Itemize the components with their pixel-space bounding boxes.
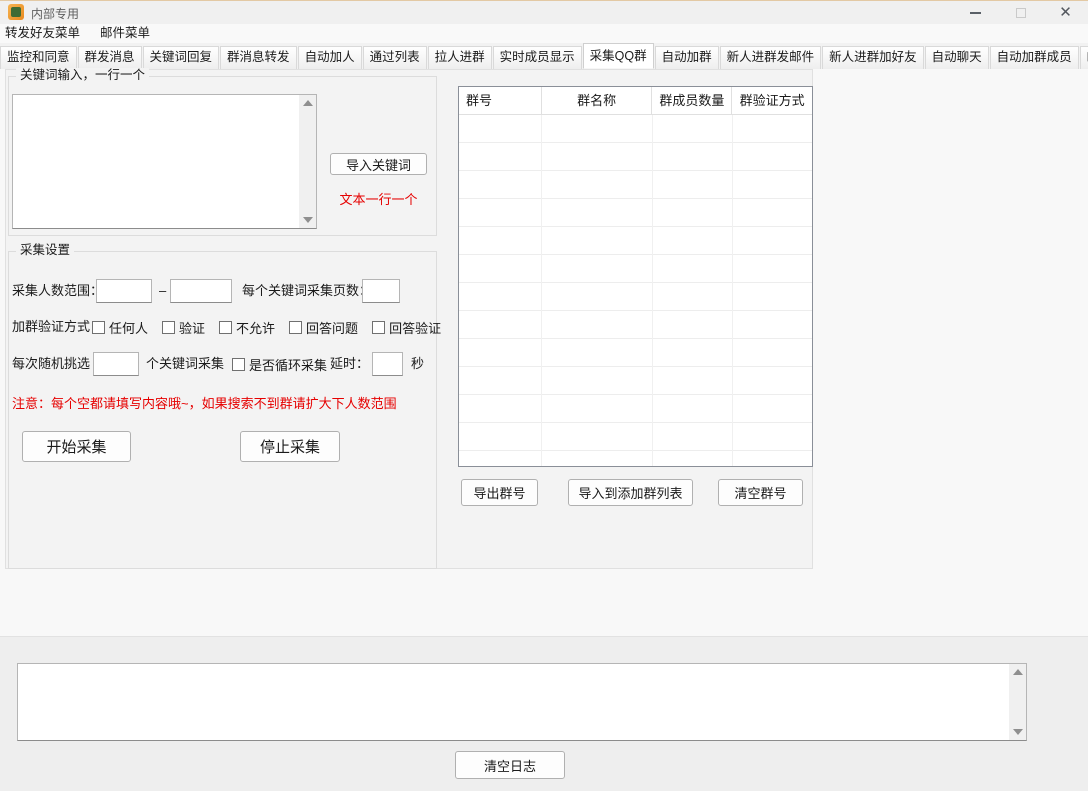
verify-option-回答问题[interactable]: 回答问题	[289, 318, 358, 337]
column-divider	[732, 115, 733, 466]
import-keywords-button[interactable]: 导入关键词	[330, 153, 427, 175]
app-window: 内部专用 ✕ 转发好友菜单 邮件菜单 监控和同意群发消息关键词回复群消息转发自动…	[0, 0, 1088, 791]
range-from-input[interactable]	[96, 279, 152, 303]
table-header: 群号群名称群成员数量群验证方式	[459, 87, 812, 115]
checkbox-icon[interactable]	[162, 321, 175, 334]
stop-collect-button[interactable]: 停止采集	[240, 431, 340, 462]
delay-label: 延时：	[330, 351, 369, 377]
checkbox-label: 验证	[179, 318, 205, 337]
pages-label: 每个关键词采集页数：	[242, 278, 372, 304]
close-button[interactable]: ✕	[1043, 1, 1088, 24]
checkbox-icon[interactable]	[372, 321, 385, 334]
delay-input[interactable]	[372, 352, 403, 376]
pages-input[interactable]	[362, 279, 400, 303]
keyword-scrollbar[interactable]	[299, 95, 316, 228]
close-icon: ✕	[1059, 5, 1072, 20]
log-textarea-wrap	[17, 663, 1027, 741]
tab-采集QQ群[interactable]: 采集QQ群	[583, 43, 654, 69]
pick-label: 每次随机挑选	[12, 351, 90, 377]
start-collect-button[interactable]: 开始采集	[22, 431, 131, 462]
verify-option-任何人[interactable]: 任何人	[92, 318, 148, 337]
tab-实时成员显示[interactable]: 实时成员显示	[493, 46, 582, 69]
range-to-input[interactable]	[170, 279, 232, 303]
group-results-table: 群号群名称群成员数量群验证方式	[458, 86, 813, 467]
import-to-add-list-button[interactable]: 导入到添加群列表	[568, 479, 693, 506]
tab-自动加人[interactable]: 自动加人	[298, 46, 362, 69]
tab-群消息转发[interactable]: 群消息转发	[220, 46, 297, 69]
menu-mail[interactable]: 邮件菜单	[90, 24, 160, 43]
checkbox-icon[interactable]	[219, 321, 232, 334]
checkbox-icon[interactable]	[92, 321, 105, 334]
column-header-群验证方式[interactable]: 群验证方式	[732, 87, 812, 115]
verify-method-label: 加群验证方式：	[12, 314, 103, 340]
range-separator: –	[159, 278, 166, 304]
checkbox-label: 任何人	[109, 318, 148, 337]
loop-collect-checkbox[interactable]: 是否循环采集	[232, 355, 327, 374]
verify-option-回答验证[interactable]: 回答验证	[372, 318, 441, 337]
checkbox-label: 回答问题	[306, 318, 358, 337]
column-header-群名称[interactable]: 群名称	[542, 87, 653, 115]
pick-count-input[interactable]	[93, 352, 139, 376]
verify-option-验证[interactable]: 验证	[162, 318, 205, 337]
app-icon	[8, 4, 24, 20]
verify-option-不允许[interactable]: 不允许	[219, 318, 275, 337]
log-scrollbar[interactable]	[1009, 664, 1026, 740]
scroll-down-icon[interactable]	[1013, 729, 1023, 735]
delay-unit-label: 秒	[411, 351, 424, 377]
range-label: 采集人数范围：	[12, 278, 103, 304]
window-title: 内部专用	[31, 5, 79, 22]
keyword-groupbox-title: 关键词输入，一行一个	[16, 68, 149, 83]
checkbox-icon[interactable]	[232, 358, 245, 371]
column-header-群号[interactable]: 群号	[459, 87, 542, 115]
menu-forward-friend[interactable]: 转发好友菜单	[0, 24, 90, 43]
tab-自动加群[interactable]: 自动加群	[655, 46, 719, 69]
clear-group-numbers-button[interactable]: 清空群号	[718, 479, 803, 506]
tab-通过列表[interactable]: 通过列表	[363, 46, 427, 69]
tab-自动加群成员[interactable]: 自动加群成员	[990, 46, 1079, 69]
keyword-textarea-wrap	[12, 94, 317, 229]
export-group-numbers-button[interactable]: 导出群号	[461, 479, 538, 506]
menu-bar: 转发好友菜单 邮件菜单	[0, 24, 1088, 43]
tab-群发消息[interactable]: 群发消息	[78, 46, 142, 69]
pick-suffix-label: 个关键词采集	[146, 351, 224, 377]
table-body[interactable]	[459, 115, 812, 466]
loop-checkbox-host: 是否循环采集	[232, 351, 341, 377]
column-header-群成员数量[interactable]: 群成员数量	[652, 87, 732, 115]
log-textarea[interactable]	[18, 664, 1009, 740]
title-bar: 内部专用 ✕	[0, 1, 1088, 24]
settings-groupbox-title: 采集设置	[16, 243, 74, 258]
tab-监控和同意[interactable]: 监控和同意	[0, 46, 77, 69]
tab-邮件批量发送[interactable]: 邮件批量发送	[1080, 46, 1088, 69]
maximize-button[interactable]	[998, 1, 1043, 24]
tab-自动聊天[interactable]: 自动聊天	[925, 46, 989, 69]
maximize-icon	[1016, 8, 1026, 18]
clear-log-button[interactable]: 清空日志	[455, 751, 565, 779]
keyword-hint-text: 文本一行一个	[330, 189, 427, 208]
checkbox-label: 不允许	[236, 318, 275, 337]
checkbox-icon[interactable]	[289, 321, 302, 334]
notice-text: 注意：每个空都请填写内容哦~，如果搜索不到群请扩大下人数范围	[12, 393, 397, 412]
tab-新人进群加好友[interactable]: 新人进群加好友	[822, 46, 924, 69]
tab-关键词回复[interactable]: 关键词回复	[143, 46, 220, 69]
verify-options: 任何人 验证 不允许 回答问题 回答验证	[92, 314, 455, 340]
column-divider	[541, 115, 542, 466]
column-divider	[652, 115, 653, 466]
checkbox-label: 回答验证	[389, 318, 441, 337]
checkbox-label: 是否循环采集	[249, 355, 327, 374]
scroll-up-icon[interactable]	[1013, 669, 1023, 675]
minimize-button[interactable]	[953, 1, 998, 24]
scroll-up-icon[interactable]	[303, 100, 313, 106]
tab-新人进群发邮件[interactable]: 新人进群发邮件	[720, 46, 822, 69]
tab-bar: 监控和同意群发消息关键词回复群消息转发自动加人通过列表拉人进群实时成员显示采集Q…	[0, 43, 1088, 69]
minimize-icon	[970, 12, 981, 14]
keyword-textarea[interactable]	[13, 95, 299, 228]
scroll-down-icon[interactable]	[303, 217, 313, 223]
tab-拉人进群[interactable]: 拉人进群	[428, 46, 492, 69]
